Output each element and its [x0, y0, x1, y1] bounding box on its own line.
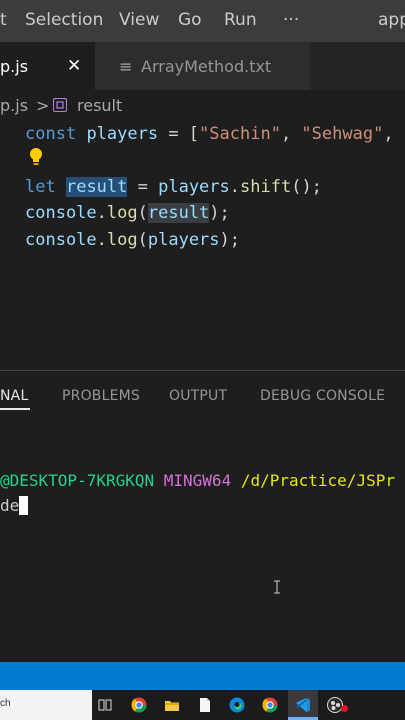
- document-icon[interactable]: [197, 697, 213, 713]
- code-line-5: console.log(players);: [25, 230, 241, 250]
- editor-tab-bar: p.js ✕ ≡ ArrayMethod.txt: [0, 42, 405, 90]
- text-cursor-icon: [273, 579, 281, 594]
- menu-item-selection[interactable]: Selection: [25, 10, 103, 30]
- tab-debug-console[interactable]: DEBUG CONSOLE: [260, 388, 385, 404]
- menu-item-partial[interactable]: t: [0, 10, 7, 30]
- menu-item-run[interactable]: Run: [224, 10, 257, 30]
- breadcrumb-symbol[interactable]: result: [77, 96, 122, 115]
- taskbar-search-text: ch: [0, 698, 11, 709]
- breadcrumb-file[interactable]: p.js: [0, 96, 28, 115]
- terminal-cursor: [19, 496, 29, 515]
- file-explorer-icon[interactable]: [164, 697, 180, 713]
- tab-array-method[interactable]: ≡ ArrayMethod.txt: [95, 42, 310, 90]
- tab-label: p.js: [0, 57, 29, 76]
- close-icon[interactable]: ✕: [67, 56, 81, 76]
- active-tab-indicator: [0, 408, 30, 410]
- taskbar-search[interactable]: ch: [0, 690, 92, 720]
- breadcrumb: p.js > result: [0, 90, 405, 120]
- tab-app-js[interactable]: p.js ✕: [0, 42, 95, 90]
- terminal-path: /d/Practice/JSPr: [240, 471, 395, 490]
- terminal-input-line: de: [0, 496, 29, 515]
- code-line-4: console.log(result);: [25, 203, 230, 223]
- code-editor[interactable]: const players = ["Sachin", "Sehwag", let…: [0, 120, 405, 370]
- obs-icon[interactable]: [327, 697, 343, 713]
- terminal-input: de: [0, 496, 20, 515]
- terminal-host: @DESKTOP-7KRGKQN: [0, 471, 155, 490]
- terminal-prompt-line: @DESKTOP-7KRGKQN MINGW64 /d/Practice/JSP…: [0, 471, 395, 490]
- tab-problems[interactable]: PROBLEMS: [62, 388, 140, 404]
- tab-label: ArrayMethod.txt: [141, 57, 272, 76]
- terminal-env: MINGW64: [163, 471, 232, 490]
- menu-item-view[interactable]: View: [119, 10, 159, 30]
- terminal[interactable]: @DESKTOP-7KRGKQN MINGW64 /d/Practice/JSP…: [0, 420, 405, 662]
- menu-more-icon[interactable]: ···: [283, 10, 299, 30]
- variable-icon: [53, 98, 67, 112]
- code-line-3: let result = players.shift();: [25, 177, 322, 197]
- code-line-1: const players = ["Sachin", "Sehwag",: [25, 124, 394, 144]
- panel-divider: [0, 370, 405, 371]
- notification-dot: [341, 705, 348, 712]
- tab-output[interactable]: OUTPUT: [169, 388, 227, 404]
- status-bar: [0, 662, 405, 690]
- window-title: app: [378, 10, 405, 30]
- text-file-icon: ≡: [119, 57, 133, 76]
- chevron-right-icon: >: [36, 96, 50, 115]
- lightbulb-icon[interactable]: [28, 147, 44, 171]
- vscode-icon[interactable]: [295, 697, 311, 713]
- task-view-icon[interactable]: [97, 697, 113, 713]
- tab-terminal[interactable]: NAL: [0, 388, 28, 404]
- chrome-icon[interactable]: [131, 697, 147, 713]
- menu-bar: t Selection View Go Run ··· app: [0, 0, 405, 42]
- edge-icon[interactable]: [229, 697, 245, 713]
- menu-item-go[interactable]: Go: [178, 10, 202, 30]
- chrome-profile-icon[interactable]: [262, 697, 278, 713]
